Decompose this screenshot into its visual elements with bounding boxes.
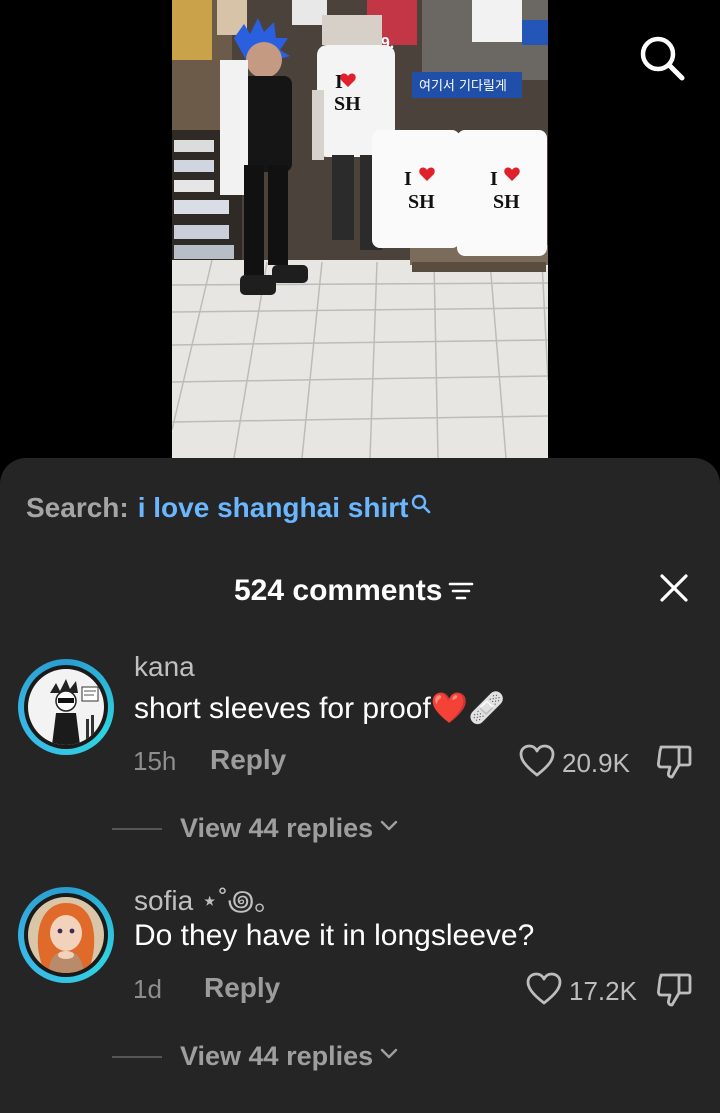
avatar-image [28, 897, 104, 973]
dislike-icon[interactable] [655, 743, 693, 786]
search-prefix-label: Search: [26, 492, 129, 523]
view-replies-label: View 44 replies [180, 1041, 374, 1071]
close-icon[interactable] [658, 572, 690, 604]
comments-header: 524 comments [0, 570, 720, 614]
heart-icon[interactable] [525, 971, 563, 1012]
chevron-down-icon [379, 819, 399, 838]
video-player[interactable]: 39. 여기서 기다릴게 I SH I SH I SH [0, 0, 720, 470]
svg-text:I: I [490, 168, 498, 190]
like-button[interactable]: 20.9K [518, 743, 630, 784]
comment-timestamp: 15h [133, 746, 177, 776]
comment-username[interactable]: sofia ⋆˚꩜｡ [134, 879, 268, 920]
sort-icon[interactable] [448, 580, 474, 607]
related-search-suggestion[interactable]: Search: i love shanghai shirt [26, 492, 432, 524]
heart-icon[interactable] [518, 743, 556, 784]
search-query-link[interactable]: i love shanghai shirt [138, 492, 409, 524]
comment-text: short sleeves for proof❤️🩹 [134, 692, 506, 725]
like-button[interactable]: 17.2K [525, 971, 637, 1012]
svg-text:SH: SH [334, 93, 361, 115]
comments-sheet: Search: i love shanghai shirt 524 commen… [0, 458, 720, 1113]
comments-count-sort[interactable]: 524 comments [234, 574, 474, 608]
search-icon[interactable] [636, 32, 688, 84]
comment-timestamp: 1d [133, 974, 162, 1004]
avatar[interactable] [18, 887, 114, 983]
video-scene-image: 39. 여기서 기다릴게 I SH I SH I SH [172, 0, 548, 458]
like-count: 17.2K [569, 976, 637, 1006]
svg-text:SH: SH [493, 191, 520, 213]
like-count: 20.9K [562, 748, 630, 778]
svg-text:SH: SH [408, 191, 435, 213]
comment-item: sofia ⋆˚꩜｡ Do they have it in longsleeve… [0, 879, 720, 1109]
comment-item: kana short sleeves for proof❤️🩹 15h Repl… [0, 651, 720, 881]
comment-text: Do they have it in longsleeve? [134, 919, 535, 952]
svg-text:I: I [404, 168, 412, 190]
view-replies-button[interactable]: View 44 replies [112, 813, 399, 844]
reply-button[interactable]: Reply [210, 744, 286, 776]
chevron-down-icon [379, 1047, 399, 1066]
avatar-image [28, 669, 104, 745]
view-replies-label: View 44 replies [180, 813, 374, 843]
comment-username[interactable]: kana [134, 651, 195, 683]
divider [112, 1055, 162, 1058]
video-frame[interactable]: 39. 여기서 기다릴게 I SH I SH I SH [172, 0, 548, 458]
search-icon [410, 490, 432, 522]
divider [112, 827, 162, 830]
dislike-icon[interactable] [655, 971, 693, 1014]
svg-text:여기서 기다릴게: 여기서 기다릴게 [419, 79, 507, 94]
reply-button[interactable]: Reply [204, 972, 280, 1004]
avatar[interactable] [18, 659, 114, 755]
view-replies-button[interactable]: View 44 replies [112, 1041, 399, 1072]
comments-count: 524 comments [234, 574, 443, 607]
